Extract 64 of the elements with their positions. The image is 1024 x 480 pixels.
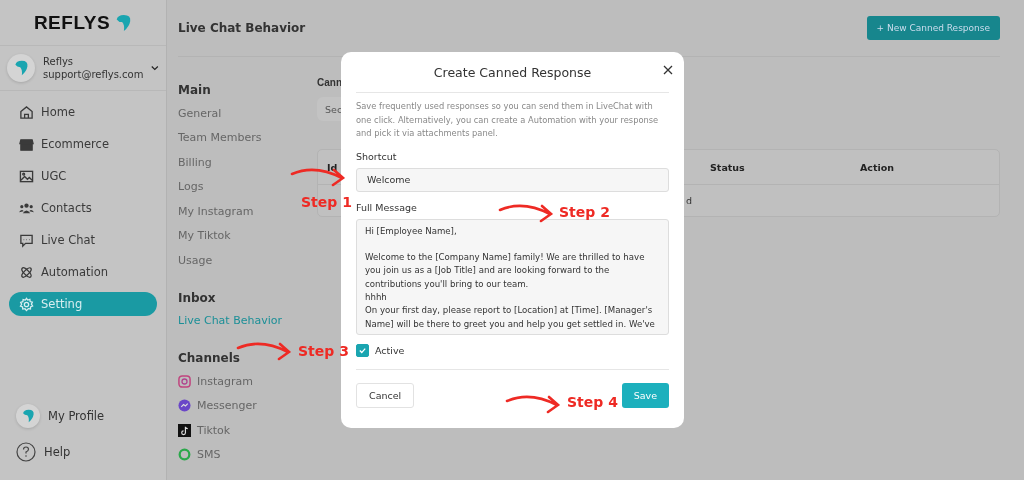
- account-email: support@reflys.com: [43, 68, 144, 81]
- column-header: Action: [860, 161, 895, 173]
- section-title: Cann: [317, 77, 342, 88]
- chevron-down-icon: [151, 65, 159, 71]
- account-switcher[interactable]: Reflys support@reflys.com: [0, 46, 166, 91]
- messenger-icon: [178, 399, 191, 413]
- annotation-arrow: [498, 202, 556, 224]
- avatar-icon: [16, 404, 40, 428]
- nav-item[interactable]: Setting: [9, 292, 157, 316]
- home-icon: [19, 104, 34, 120]
- sms-icon: [178, 448, 191, 462]
- settings-menu-item[interactable]: Billing: [178, 150, 317, 175]
- page-title: Live Chat Behavior: [178, 21, 306, 35]
- new-canned-response-button[interactable]: + New Canned Response: [866, 16, 1000, 40]
- menu-heading: Inbox: [178, 289, 216, 307]
- settings-menu-item[interactable]: Live Chat Behavior: [178, 308, 317, 333]
- shortcut-field[interactable]: Welcome: [356, 167, 669, 192]
- checkbox-label: Active: [375, 344, 405, 356]
- settings-menu-item[interactable]: SMS: [178, 442, 317, 467]
- save-button[interactable]: Save: [621, 382, 669, 408]
- active-checkbox[interactable]: [356, 343, 369, 357]
- nav-item[interactable]: Home: [9, 100, 157, 124]
- settings-menu-item[interactable]: Messenger: [178, 393, 317, 418]
- settings-menu-item[interactable]: General: [178, 101, 317, 126]
- menu-heading: Main: [178, 82, 211, 99]
- column-header: Status: [710, 161, 745, 173]
- field-label: Shortcut: [356, 150, 397, 162]
- modal-title: Create Canned Response: [433, 64, 592, 80]
- help-icon: [16, 442, 36, 462]
- nav-item[interactable]: Ecommerce: [9, 132, 157, 156]
- store-icon: [19, 136, 34, 152]
- menu-heading: Channels: [178, 350, 240, 367]
- cancel-button[interactable]: Cancel: [356, 382, 415, 408]
- annotation-arrow: [290, 166, 348, 188]
- nav-item[interactable]: Automation: [9, 260, 157, 284]
- step-label: Step 4: [567, 394, 618, 410]
- settings-menu-item[interactable]: Instagram: [178, 369, 317, 394]
- field-label: Full Message: [356, 201, 417, 213]
- settings-menu-item[interactable]: Team Members: [178, 125, 317, 150]
- step-label: Step 2: [559, 204, 610, 220]
- modal-description: Save frequently used responses so you can send them in LiveChat with one click. Alternatively, you can create a Automation with your response and pick it via attachments panel.: [356, 100, 660, 140]
- step-label: Step 1: [301, 194, 352, 210]
- avatar-icon: [7, 54, 35, 82]
- brand-logo: REFLYS: [33, 11, 111, 34]
- nav-item[interactable]: UGC: [9, 164, 157, 188]
- checkmark-icon: [358, 345, 367, 355]
- account-name: Reflys: [43, 55, 75, 68]
- tiktok-icon: [178, 423, 191, 437]
- nav-item[interactable]: Contacts: [9, 196, 157, 220]
- settings-menu-item[interactable]: Tiktok: [178, 418, 317, 443]
- settings-menu-item[interactable]: My Tiktok: [178, 223, 317, 248]
- settings-menu-item[interactable]: Usage: [178, 248, 317, 273]
- instagram-icon: [178, 374, 191, 388]
- leaf-logo-icon: [114, 13, 133, 32]
- image-icon: [19, 168, 34, 184]
- nav-item[interactable]: Live Chat: [9, 228, 157, 252]
- footer-link[interactable]: Help: [16, 440, 166, 464]
- atom-icon: [19, 264, 34, 280]
- annotation-arrow: [505, 393, 563, 415]
- gear-icon: [19, 296, 34, 312]
- step-label: Step 3: [298, 343, 349, 359]
- table-cell: d: [686, 195, 693, 206]
- footer-link[interactable]: My Profile: [16, 404, 166, 428]
- chat-icon: [19, 232, 34, 248]
